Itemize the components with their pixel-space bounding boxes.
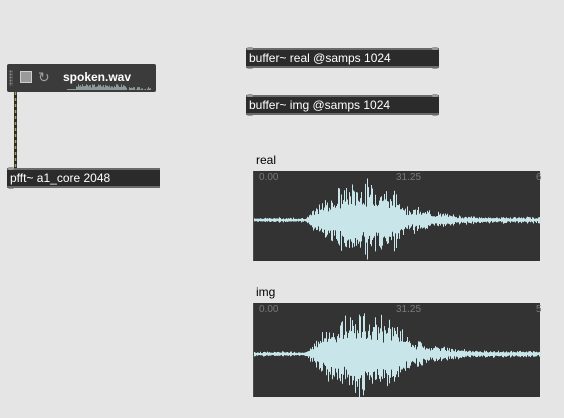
drag-handle-icon[interactable]: [9, 70, 13, 86]
waveform-label-img: img: [256, 285, 276, 299]
pfft-object-text: pfft~ a1_core 2048: [10, 171, 111, 185]
buffer-img-object[interactable]: buffer~ img @samps 1024: [246, 94, 439, 116]
waveform-display-img[interactable]: 0.00 31.25 5: [253, 303, 542, 397]
outlet[interactable]: [247, 66, 253, 69]
loop-icon[interactable]: ↻: [38, 69, 52, 85]
inlet[interactable]: [8, 167, 14, 170]
buffer-img-text: buffer~ img @samps 1024: [249, 98, 391, 112]
patch-cord[interactable]: [14, 92, 17, 170]
buffer-real-object[interactable]: buffer~ real @samps 1024: [246, 47, 439, 69]
inlet[interactable]: [432, 47, 438, 50]
stop-square-icon[interactable]: [20, 71, 32, 83]
outlet[interactable]: [8, 186, 14, 189]
waveform-trace-img: [254, 313, 541, 397]
outlet[interactable]: [247, 113, 253, 116]
pfft-object[interactable]: pfft~ a1_core 2048: [7, 167, 160, 189]
sound-file-name: spoken.wav: [63, 70, 132, 84]
sound-file-player[interactable]: ↻ spoken.wav: [7, 64, 156, 92]
inlet[interactable]: [247, 94, 253, 97]
waveform-trace-real: [254, 178, 541, 260]
inlet[interactable]: [247, 47, 253, 50]
buffer-real-text: buffer~ real @samps 1024: [249, 51, 391, 65]
inlet[interactable]: [432, 94, 438, 97]
outlet[interactable]: [432, 113, 438, 116]
outlet[interactable]: [432, 66, 438, 69]
waveform-display-real[interactable]: 0.00 31.25 6: [253, 171, 542, 261]
waveform-label-real: real: [256, 153, 277, 167]
